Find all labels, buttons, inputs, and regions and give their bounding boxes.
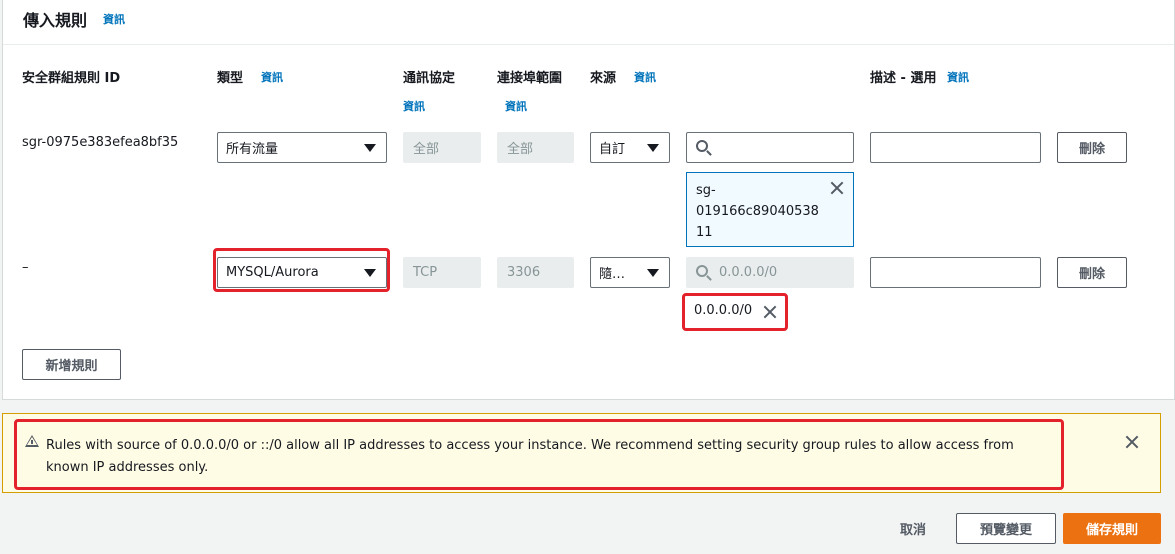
port-range-field: 3306 [497,257,574,288]
caret-down-icon [364,144,376,152]
search-icon [696,140,708,152]
delete-button-label: 刪除 [1078,142,1105,157]
add-rule-label: 新增規則 [45,359,98,374]
token-line: 019166c89040538 [696,204,819,219]
inbound-rules-panel: 傳入規則 資訊 [2,0,1175,400]
panel-title: 傳入規則 [23,11,88,30]
port-range-info-link[interactable]: 資訊 [505,98,527,114]
protocol-field: TCP [403,257,481,288]
info-link[interactable]: 資訊 [103,11,125,27]
column-header-protocol: 通訊協定 [403,71,456,86]
add-rule-button[interactable]: 新增規則 [22,349,121,380]
caret-down-icon [647,144,659,152]
type-select[interactable]: 所有流量 [217,132,387,163]
description-input[interactable] [870,257,1041,288]
save-rules-button[interactable]: 儲存規則 [1063,513,1161,544]
source-info-link[interactable]: 資訊 [634,69,656,85]
protocol-field: 全部 [403,132,481,163]
search-placeholder: 0.0.0.0/0 [719,265,778,280]
type-select-value: 所有流量 [226,142,279,157]
delete-button-label: 刪除 [1078,267,1105,282]
port-range-value: 全部 [507,142,534,157]
description-info-link[interactable]: 資訊 [947,69,969,85]
token-line: 11 [696,225,713,240]
column-header-description: 描述 - 選用 [870,71,937,86]
panel-header: 傳入規則 資訊 [3,0,1174,45]
port-range-value: 3306 [507,265,541,280]
caret-down-icon [647,269,659,277]
cancel-button[interactable]: 取消 [885,513,941,544]
source-token: 0.0.0.0/0 [694,303,752,318]
protocol-value: TCP [413,265,438,280]
protocol-info-link[interactable]: 資訊 [403,98,425,114]
source-type-select[interactable]: 自訂 [590,132,670,163]
preview-changes-button[interactable]: 預覽變更 [956,513,1056,544]
close-icon[interactable] [830,181,844,195]
column-header-type: 類型 [217,71,244,86]
column-header-source: 來源 [590,71,617,86]
rule-id: – [22,260,29,275]
highlight-box [14,419,1064,490]
token-value: 0.0.0.0/0 [694,303,753,318]
column-header-rule-id: 安全群組規則 ID [22,71,121,86]
cancel-label: 取消 [899,523,926,538]
dismiss-alert-icon[interactable] [1125,435,1139,449]
preview-label: 預覽變更 [979,523,1032,538]
port-range-field: 全部 [497,132,574,163]
column-header-port-range: 連接埠範圍 [497,71,563,86]
protocol-value: 全部 [413,142,440,157]
highlight-box [213,248,390,292]
description-input[interactable] [870,132,1041,163]
rule-id: sgr-0975e383efea8bf35 [22,135,179,150]
delete-button[interactable]: 刪除 [1057,132,1127,163]
delete-button[interactable]: 刪除 [1057,257,1127,288]
search-icon [696,265,708,277]
save-label: 儲存規則 [1085,523,1138,538]
source-token: sg- 019166c89040538 11 [686,172,854,247]
token-line: sg- [696,183,716,198]
type-info-link[interactable]: 資訊 [261,69,283,85]
source-type-value: 自訂 [599,142,626,157]
close-icon[interactable] [763,305,777,319]
source-type-value: 隨… [599,267,626,282]
source-search-input[interactable] [686,132,854,163]
source-search-input[interactable]: 0.0.0.0/0 [686,257,854,288]
source-type-select[interactable]: 隨… [590,257,670,288]
